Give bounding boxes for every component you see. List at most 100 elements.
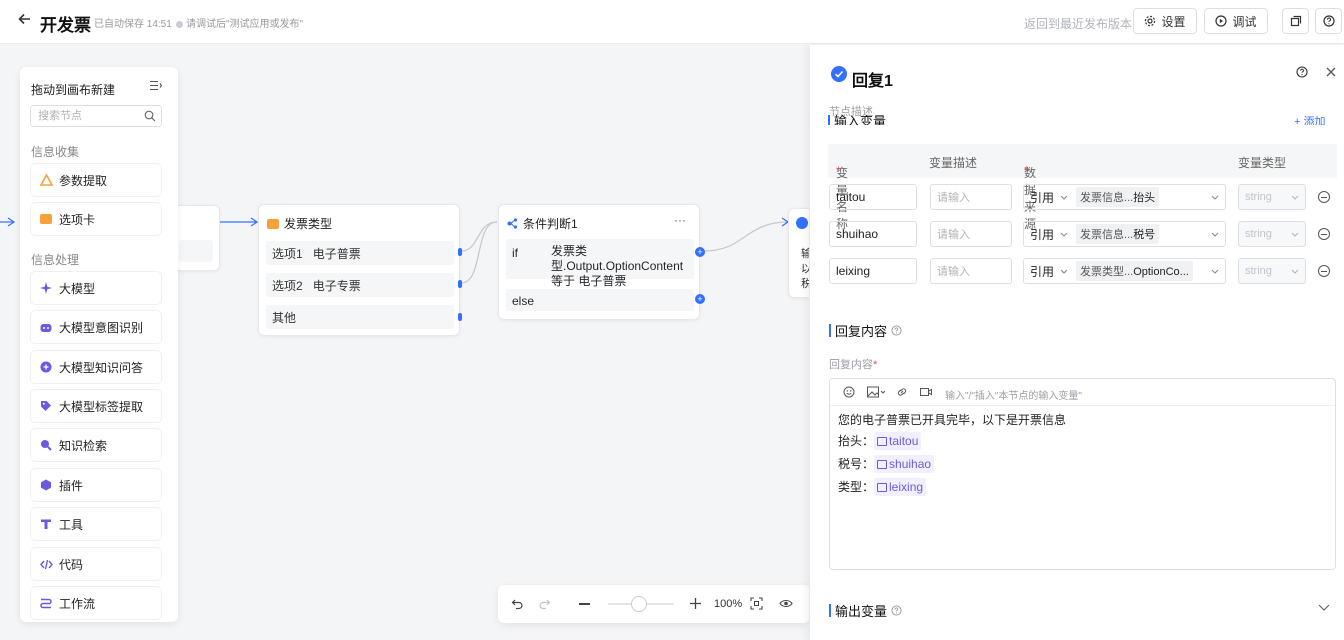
- variable-desc-input[interactable]: 请输入: [930, 184, 1012, 210]
- back-to-published-link[interactable]: 返回到最近发布版本: [1024, 15, 1132, 32]
- palette-item-intent[interactable]: 大模型意图识别: [31, 311, 161, 343]
- eye-icon[interactable]: [779, 597, 793, 610]
- palette-heading: 拖动到画布新建: [31, 83, 116, 97]
- option-card-icon: [39, 212, 53, 226]
- search-icon[interactable]: [144, 110, 156, 122]
- palette-item-label: 大模型: [59, 281, 96, 296]
- variable-name-input[interactable]: shuihao: [829, 221, 917, 247]
- required-mark: *: [1024, 164, 1029, 178]
- variable-type-select[interactable]: string: [1238, 221, 1306, 247]
- data-source-select[interactable]: 引用 发票信息...抬头: [1023, 184, 1226, 210]
- more-icon[interactable]: ···: [674, 213, 686, 227]
- source-mode: 引用: [1030, 227, 1055, 242]
- emoji-icon[interactable]: [843, 386, 855, 398]
- variable-tag[interactable]: taitou: [874, 432, 922, 450]
- image-icon[interactable]: [867, 386, 885, 398]
- data-source-select[interactable]: 引用 发票信息...税号: [1023, 221, 1226, 247]
- play-circle-icon: [1215, 15, 1228, 27]
- col-type: 变量类型: [1238, 156, 1287, 170]
- fit-view-icon[interactable]: [750, 597, 763, 610]
- palette-item-plugin[interactable]: 插件: [31, 469, 161, 501]
- section-accent: [829, 324, 831, 337]
- palette-item-knowledge-search[interactable]: 知识检索: [31, 429, 161, 461]
- node-search-input[interactable]: [31, 106, 135, 126]
- variable-desc-input[interactable]: 请输入: [930, 258, 1012, 284]
- remove-row-icon[interactable]: [1318, 228, 1330, 240]
- remove-row-icon[interactable]: [1318, 191, 1330, 203]
- chevron-down-icon[interactable]: [1318, 604, 1330, 612]
- palette-item-tool[interactable]: 工具: [31, 508, 161, 540]
- reply-line: 您的电子普票已开具完毕，以下是开票信息: [838, 413, 1067, 427]
- remove-row-icon[interactable]: [1318, 265, 1330, 277]
- undo-icon[interactable]: [511, 597, 524, 610]
- reply-line: 税号： shuihao: [838, 455, 935, 473]
- palette-item-tag-extract[interactable]: 大模型标签提取: [31, 390, 161, 422]
- input-section-header: 输入变量: [828, 115, 1028, 125]
- palette-item-label: 工作流: [59, 596, 96, 611]
- else-branch: else: [506, 289, 694, 311]
- video-icon[interactable]: [920, 386, 932, 398]
- output-port[interactable]: [458, 313, 462, 321]
- palette-item-label: 插件: [59, 478, 84, 493]
- previous-node-row: [179, 240, 213, 262]
- palette-item-knowledge-qa[interactable]: 大模型知识问答: [31, 351, 161, 383]
- collapse-list-icon[interactable]: [150, 80, 162, 91]
- output-port[interactable]: [458, 248, 462, 256]
- section-info-collect: 信息收集: [31, 145, 80, 159]
- info-circle-icon[interactable]: [891, 325, 902, 336]
- variables-table-header: 变量名称 * 变量描述 数据来源 * 变量类型: [828, 144, 1337, 231]
- invoice-type-node-header: 发票类型: [267, 215, 332, 232]
- zoom-out-icon[interactable]: [579, 603, 590, 605]
- back-arrow-icon[interactable]: [18, 11, 32, 31]
- palette-item-llm[interactable]: 大模型: [31, 272, 161, 304]
- output-port[interactable]: [458, 280, 462, 288]
- condition-node[interactable]: 条件判断1 ··· if 发票类型.Output.OptionContent 等…: [498, 204, 705, 320]
- zoom-slider-handle[interactable]: [632, 597, 646, 611]
- reply-editor[interactable]: 输入"/"插入"本节点的输入变量" 您的电子普票已开具完毕，以下是开票信息 抬头…: [829, 378, 1336, 570]
- help-button[interactable]: [1315, 8, 1342, 34]
- palette-item-workflow[interactable]: 工作流: [31, 587, 161, 619]
- info-circle-icon[interactable]: [891, 605, 902, 616]
- palette-item-param-extract[interactable]: 参数提取: [31, 164, 161, 196]
- chevron-down-icon: [1060, 232, 1068, 237]
- variable-type: string: [1245, 191, 1272, 203]
- variable-tag[interactable]: shuihao: [874, 455, 935, 473]
- add-variable-link[interactable]: + 添加: [1294, 115, 1338, 125]
- data-source-select[interactable]: 引用 发票类型...OptionCo...: [1023, 258, 1226, 284]
- required-mark: *: [873, 359, 878, 371]
- redo-icon[interactable]: [538, 597, 551, 610]
- reference-tag: 发票类型...OptionCo...: [1076, 261, 1193, 281]
- variable-desc-input[interactable]: 请输入: [930, 221, 1012, 247]
- ref-field: 税号: [1133, 229, 1156, 241]
- option-value: 电子专票: [312, 278, 361, 293]
- debug-button[interactable]: 调试: [1204, 8, 1268, 34]
- invoice-type-node[interactable]: 发票类型 选项1 电子普票 选项2 电子专票 其他: [258, 204, 462, 336]
- reply-line-text: 税号：: [838, 457, 875, 471]
- variable-tag-name: leixing: [889, 480, 924, 494]
- col-desc: 变量描述: [929, 156, 978, 170]
- zoom-in-icon[interactable]: [689, 597, 702, 610]
- add-branch-port[interactable]: +: [695, 247, 705, 257]
- publish-hint: 请调试后"测试应用或发布": [176, 15, 303, 30]
- link-icon[interactable]: [896, 386, 908, 398]
- variable-name-input[interactable]: taitou: [829, 184, 917, 210]
- help-circle-icon[interactable]: [1296, 66, 1308, 78]
- variable-type-select[interactable]: string: [1238, 184, 1306, 210]
- variable-name-input[interactable]: leixing: [829, 258, 917, 284]
- add-branch-port[interactable]: +: [695, 294, 705, 304]
- output-section-header[interactable]: 输出变量: [829, 601, 902, 620]
- palette-item-code[interactable]: 代码: [31, 548, 161, 580]
- palette-item-label: 工具: [59, 517, 84, 532]
- zoom-slider[interactable]: [608, 597, 674, 611]
- node-search: [30, 105, 162, 127]
- chevron-down-icon: [1291, 269, 1299, 274]
- reference-tag: 发票信息...税号: [1076, 224, 1160, 244]
- settings-button[interactable]: 设置: [1133, 8, 1197, 34]
- variable-type-select[interactable]: string: [1238, 258, 1306, 284]
- copy-button[interactable]: [1282, 8, 1309, 34]
- close-icon[interactable]: [1326, 67, 1336, 77]
- variable-type: string: [1245, 265, 1272, 277]
- input-section-title: 输入变量: [834, 115, 887, 125]
- variable-tag[interactable]: leixing: [874, 478, 927, 496]
- palette-item-option-card[interactable]: 选项卡: [31, 203, 161, 235]
